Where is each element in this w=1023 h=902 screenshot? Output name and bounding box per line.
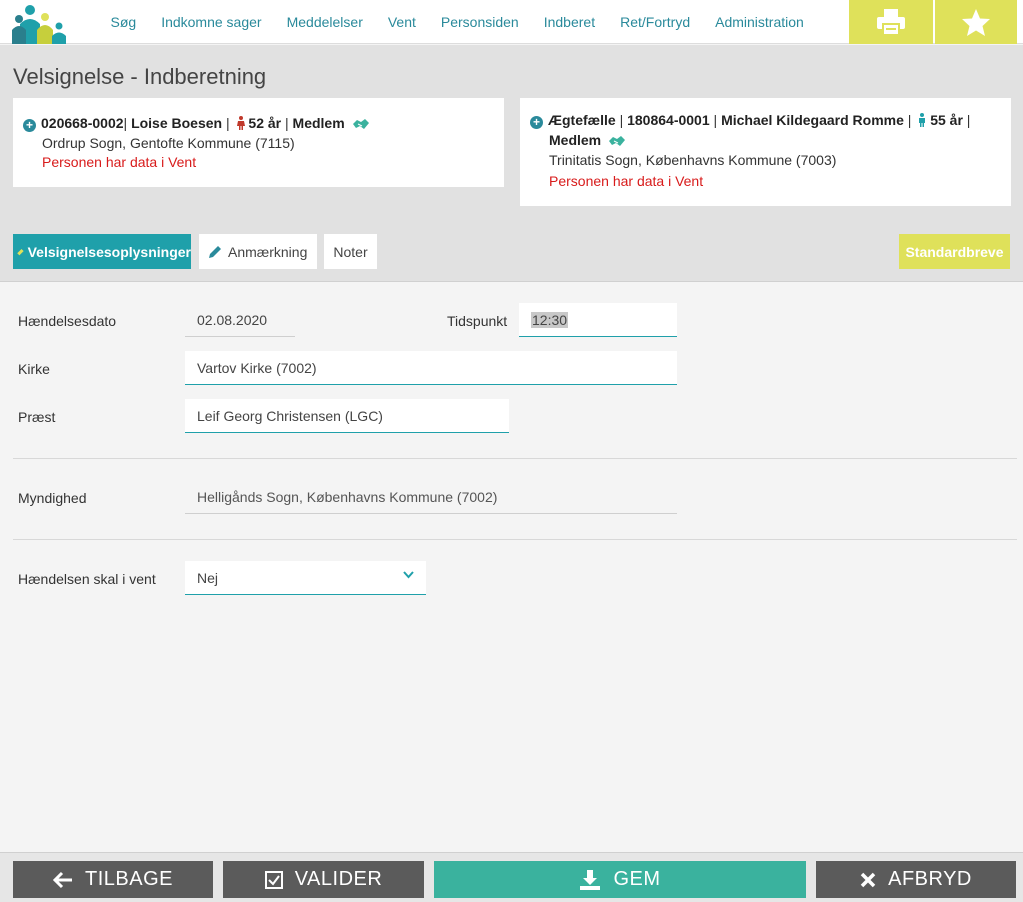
tab-blessing-info[interactable]: Velsignelsesoplysninger xyxy=(13,234,191,269)
male-person-icon xyxy=(919,113,926,127)
nav-item-administration[interactable]: Administration xyxy=(715,14,804,30)
nav-item-person-page[interactable]: Personsiden xyxy=(441,14,519,30)
wait-select[interactable]: Nej xyxy=(185,561,426,595)
main-menu: Søg Indkomne sager Meddelelser Vent Pers… xyxy=(98,0,816,44)
person-card-spouse: + Ægtefælle | 180864-0001 | Michael Kilde… xyxy=(520,98,1011,206)
download-icon xyxy=(580,869,601,890)
time-input-value: 12:30 xyxy=(531,311,569,328)
back-button-label: TILBAGE xyxy=(85,868,173,890)
top-navigation: Søg Indkomne sager Meddelelser Vent Pers… xyxy=(0,0,1023,44)
nav-item-correct-undo[interactable]: Ret/Fortryd xyxy=(620,14,690,30)
star-icon xyxy=(962,8,990,36)
time-input[interactable]: 12:30 xyxy=(519,303,677,337)
favorite-button[interactable] xyxy=(935,0,1017,44)
tab-label: Velsignelsesoplysninger xyxy=(27,243,191,260)
person-wait-warning: Personen har data i Vent xyxy=(42,154,197,170)
arrow-left-icon xyxy=(53,871,72,888)
wait-label: Hændelsen skal i vent xyxy=(18,571,156,587)
separator: | xyxy=(285,115,289,131)
authority-value: Helligånds Sogn, Københavns Kommune (700… xyxy=(185,480,677,514)
case-header: Velsignelse - Indberetning +020668-0002|… xyxy=(0,45,1023,282)
separator: | xyxy=(619,112,624,128)
validate-button-label: VALIDER xyxy=(294,868,383,890)
printer-icon xyxy=(877,9,905,36)
separator: | xyxy=(907,112,912,128)
church-label: Kirke xyxy=(18,361,50,377)
cancel-button-label: AFBRYD xyxy=(888,868,972,890)
spouse-membership-line: Medlem xyxy=(549,132,626,148)
nav-item-messages[interactable]: Meddelelser xyxy=(287,14,363,30)
divider xyxy=(13,458,1017,459)
tab-notes[interactable]: Noter xyxy=(324,234,377,269)
spouse-parish: Trinitatis Sogn, Københavns Kommune (700… xyxy=(549,152,837,168)
pencil-icon xyxy=(209,246,221,258)
handshake-icon xyxy=(352,119,369,129)
save-button-label: GEM xyxy=(613,868,661,890)
person-membership: Medlem xyxy=(292,115,345,131)
people-logo-icon[interactable] xyxy=(10,2,70,44)
back-button[interactable]: TILBAGE xyxy=(13,861,213,898)
wait-select-value: Nej xyxy=(197,569,219,586)
separator: | xyxy=(123,115,128,131)
nav-item-report[interactable]: Indberet xyxy=(544,14,595,30)
church-input[interactable]: Vartov Kirke (7002) xyxy=(185,351,677,385)
standard-letters-button[interactable]: Standardbreve xyxy=(899,234,1010,269)
validate-button[interactable]: VALIDER xyxy=(223,861,424,898)
event-date-label: Hændelsesdato xyxy=(18,313,117,329)
cancel-button[interactable]: AFBRYD xyxy=(816,861,1016,898)
save-button[interactable]: GEM xyxy=(434,861,806,898)
female-person-icon xyxy=(236,116,245,130)
divider xyxy=(13,539,1017,540)
person-parish: Ordrup Sogn, Gentofte Kommune (7115) xyxy=(42,135,295,151)
separator: | xyxy=(713,112,718,128)
checkbox-icon xyxy=(264,870,283,889)
spouse-membership: Medlem xyxy=(549,132,602,148)
time-label: Tidspunkt xyxy=(447,313,508,329)
page-title: Velsignelse - Indberetning xyxy=(13,64,267,89)
person-name: Loise Boesen xyxy=(131,115,223,131)
action-bar: TILBAGE VALIDER GEM AFBRYD xyxy=(0,852,1023,902)
handshake-icon xyxy=(609,136,626,146)
nav-item-wait[interactable]: Vent xyxy=(388,14,416,30)
nav-item-search[interactable]: Søg xyxy=(111,14,137,30)
spouse-role: Ægtefælle xyxy=(548,112,616,128)
nav-item-incoming-cases[interactable]: Indkomne sager xyxy=(161,14,261,30)
close-icon xyxy=(860,872,876,887)
tab-label: Anmærkning xyxy=(228,243,308,260)
spouse-age: 55 år xyxy=(930,112,963,128)
person-card-primary: +020668-0002| Loise Boesen | 52 år | Med… xyxy=(13,98,504,187)
priest-label: Præst xyxy=(18,409,56,425)
spouse-wait-warning: Personen har data i Vent xyxy=(549,173,704,189)
person-age: 52 år xyxy=(248,115,282,131)
print-button[interactable] xyxy=(849,0,933,44)
spouse-cpr[interactable]: 180864-0001 xyxy=(627,112,710,128)
event-date-value: 02.08.2020 xyxy=(185,303,295,337)
authority-label: Myndighed xyxy=(18,490,87,506)
plus-circle-icon[interactable]: + xyxy=(23,119,36,132)
active-marker xyxy=(17,248,24,255)
tab-remark[interactable]: Anmærkning xyxy=(199,234,317,269)
separator: | xyxy=(225,115,230,131)
separator: | xyxy=(966,112,971,128)
person-cpr[interactable]: 020668-0002 xyxy=(41,115,124,131)
chevron-down-icon xyxy=(403,571,414,579)
spouse-summary-line: + Ægtefælle | 180864-0001 | Michael Kilde… xyxy=(530,112,970,129)
priest-input[interactable]: Leif Georg Christensen (LGC) xyxy=(185,399,509,433)
spouse-name: Michael Kildegaard Romme xyxy=(721,112,904,128)
plus-circle-icon[interactable]: + xyxy=(530,116,543,129)
person-summary-line: +020668-0002| Loise Boesen | 52 år | Med… xyxy=(23,115,370,132)
